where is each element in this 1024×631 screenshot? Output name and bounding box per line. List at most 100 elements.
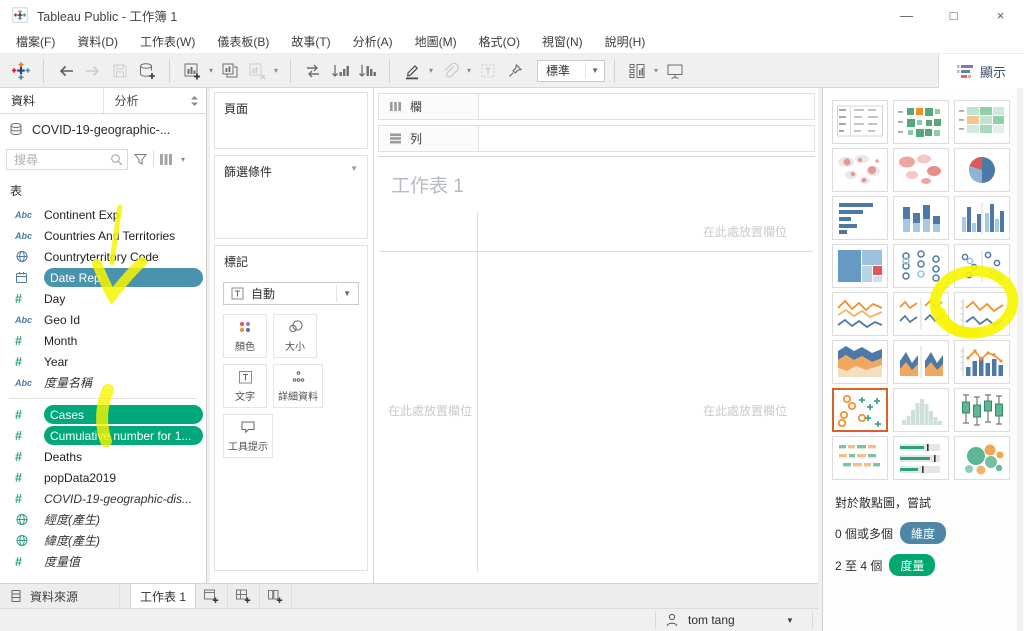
worksheet-canvas[interactable]: 工作表 1 在此處放置欄位 在此處放置欄位 在此處放置欄位 <box>378 156 815 575</box>
field-geo-id[interactable]: Abc Geo Id <box>0 309 206 330</box>
showme-side-by-side-bars[interactable] <box>954 196 1010 240</box>
field-countryterritory-code[interactable]: Countryterritory Code <box>0 246 206 267</box>
menu-data[interactable]: 資料(D) <box>66 33 129 50</box>
showme-dual-combination[interactable] <box>954 340 1010 384</box>
field-month[interactable]: # Month <box>0 330 206 351</box>
marks-card[interactable]: 標記 自動 ▼ 顏色 大小 文字 詳細資料 工具提示 <box>214 245 368 571</box>
tab-datasource[interactable]: 資料來源 <box>0 584 120 608</box>
marks-text-button[interactable]: 文字 <box>223 364 267 408</box>
showme-horizontal-bars[interactable] <box>832 196 888 240</box>
marks-size-button[interactable]: 大小 <box>273 314 317 358</box>
showme-dual-lines[interactable] <box>954 292 1010 336</box>
view-as-grid-icon[interactable] <box>159 153 173 166</box>
presentation-mode-button[interactable] <box>662 58 688 84</box>
new-worksheet-caret-icon[interactable]: ▾ <box>206 66 216 75</box>
filter-fields-icon[interactable] <box>133 152 148 166</box>
new-story-tab-button[interactable] <box>260 584 292 608</box>
swap-rows-columns-button[interactable] <box>300 58 326 84</box>
showme-bullet-graph[interactable] <box>893 436 949 480</box>
menu-help[interactable]: 說明(H) <box>594 33 657 50</box>
redo-button[interactable] <box>80 58 106 84</box>
pane-expand-icon[interactable] <box>190 95 199 107</box>
clear-sheet-caret-icon[interactable]: ▾ <box>271 66 281 75</box>
showme-text-table[interactable] <box>832 100 888 144</box>
text-annotation-button[interactable] <box>475 58 501 84</box>
showme-symbol-map[interactable] <box>832 148 888 192</box>
field-measure-values[interactable]: # 度量值 <box>0 551 206 572</box>
minimize-button[interactable]: — <box>883 0 930 30</box>
new-worksheet-tab-button[interactable] <box>196 584 228 608</box>
view-as-caret-icon[interactable]: ▾ <box>178 155 188 164</box>
tableau-logo-icon[interactable] <box>8 58 34 84</box>
scrollbar[interactable] <box>1017 88 1023 631</box>
sort-descending-button[interactable] <box>354 58 380 84</box>
fit-dropdown[interactable]: 標準 ▼ <box>537 59 605 82</box>
field-covid-19-geographic-count[interactable]: # COVID-19-geographic-dis... <box>0 488 206 509</box>
showme-gantt[interactable] <box>832 436 888 480</box>
field-date-rep[interactable]: Date Rep <box>0 267 206 288</box>
datasource-item[interactable]: COVID-19-geographic-... <box>0 114 206 145</box>
menu-map[interactable]: 地圖(M) <box>404 33 468 50</box>
showme-heat-map[interactable] <box>893 100 949 144</box>
fix-axes-pin-button[interactable] <box>502 58 528 84</box>
save-button[interactable] <box>107 58 133 84</box>
field-deaths[interactable]: # Deaths <box>0 446 206 467</box>
clear-sheet-button[interactable] <box>244 58 270 84</box>
showme-area-continuous[interactable] <box>832 340 888 384</box>
duplicate-sheet-button[interactable] <box>217 58 243 84</box>
menu-window[interactable]: 視窗(N) <box>531 33 594 50</box>
rows-shelf[interactable]: 列 <box>378 125 815 152</box>
show-hide-cards-button[interactable] <box>624 58 650 84</box>
showme-box-and-whisker[interactable] <box>954 388 1010 432</box>
menu-story[interactable]: 故事(T) <box>280 33 341 50</box>
field-cases[interactable]: # Cases <box>0 404 206 425</box>
menu-file[interactable]: 檔案(F) <box>5 33 66 50</box>
showme-area-discrete[interactable] <box>893 340 949 384</box>
filters-caret-icon[interactable]: ▼ <box>350 164 358 173</box>
field-year[interactable]: # Year <box>0 351 206 372</box>
highlight-button[interactable] <box>399 58 425 84</box>
new-datasource-button[interactable] <box>134 58 160 84</box>
showme-filled-map[interactable] <box>893 148 949 192</box>
field-day[interactable]: # Day <box>0 288 206 309</box>
show-me-button[interactable]: 顯示 <box>938 54 1024 89</box>
tab-analytics[interactable]: 分析 <box>102 88 207 113</box>
columns-shelf[interactable]: 欄 <box>378 93 815 120</box>
showme-pie-chart[interactable] <box>954 148 1010 192</box>
showme-highlight-table[interactable] <box>954 100 1010 144</box>
close-button[interactable]: × <box>977 0 1024 30</box>
field-countries-and-territories[interactable]: Abc Countries And Territories <box>0 225 206 246</box>
field-continent-exp[interactable]: Abc Continent Exp <box>0 204 206 225</box>
showme-packed-bubbles[interactable] <box>954 436 1010 480</box>
marks-color-button[interactable]: 顏色 <box>223 314 267 358</box>
marks-tooltip-button[interactable]: 工具提示 <box>223 414 273 458</box>
mark-type-caret-icon[interactable]: ▼ <box>336 285 354 302</box>
menu-analysis[interactable]: 分析(A) <box>342 33 404 50</box>
undo-button[interactable] <box>53 58 79 84</box>
attach-button[interactable] <box>437 58 463 84</box>
user-account-menu[interactable]: tom tang <box>665 609 735 631</box>
pages-card[interactable]: 頁面 <box>214 92 368 149</box>
mark-type-dropdown[interactable]: 自動 ▼ <box>223 282 359 305</box>
highlight-caret-icon[interactable]: ▾ <box>426 66 436 75</box>
tab-sheet1[interactable]: 工作表 1 <box>130 584 196 608</box>
field-latitude-generated[interactable]: 緯度(產生) <box>0 530 206 551</box>
field-cumulative-number[interactable]: # Cumulative number for 1... <box>0 425 206 446</box>
menu-dashboard[interactable]: 儀表板(B) <box>206 33 280 50</box>
user-menu-caret-icon[interactable]: ▼ <box>786 616 794 625</box>
showme-treemap[interactable] <box>832 244 888 288</box>
sort-ascending-button[interactable] <box>327 58 353 84</box>
menu-format[interactable]: 格式(O) <box>468 33 531 50</box>
showme-side-by-side-circles[interactable] <box>954 244 1010 288</box>
show-hide-cards-caret-icon[interactable]: ▾ <box>651 66 661 75</box>
filters-card[interactable]: 篩選條件 ▼ <box>214 155 368 239</box>
showme-lines-continuous[interactable] <box>832 292 888 336</box>
attach-caret-icon[interactable]: ▾ <box>464 66 474 75</box>
tab-data[interactable]: 資料 <box>0 88 103 113</box>
field-measure-names[interactable]: Abc 度量名稱 <box>0 372 206 393</box>
fit-caret-icon[interactable]: ▼ <box>585 63 602 78</box>
showme-scatter-plot[interactable] <box>832 388 888 432</box>
field-longitude-generated[interactable]: 經度(產生) <box>0 509 206 530</box>
new-worksheet-button[interactable] <box>179 58 205 84</box>
showme-circle-views[interactable] <box>893 244 949 288</box>
